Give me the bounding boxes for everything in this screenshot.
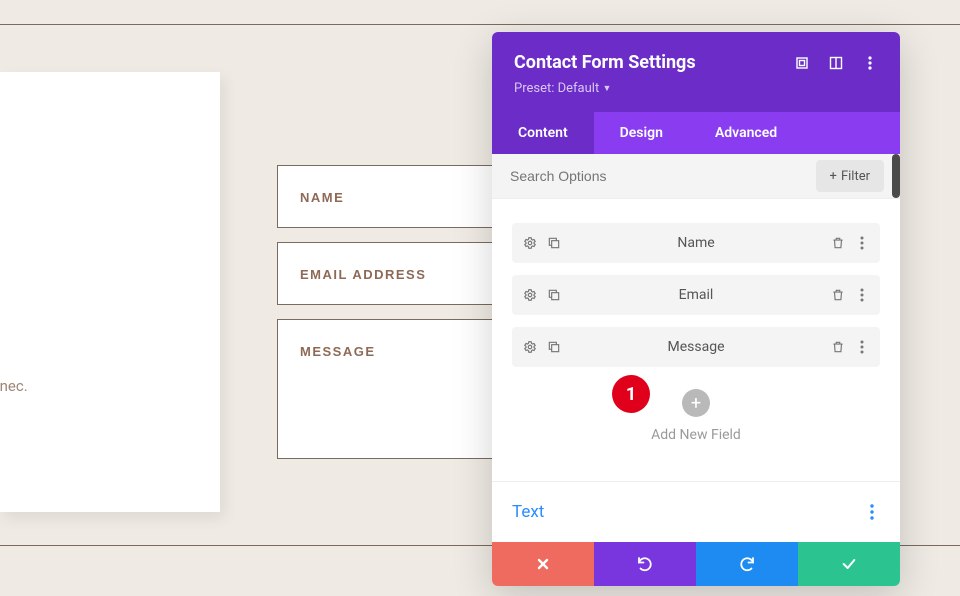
field-label: Message [562,339,830,355]
field-label: Name [562,235,830,251]
fields-list: Name Email Message [492,199,900,481]
gear-icon[interactable] [522,339,538,355]
field-row[interactable]: Name [512,223,880,263]
section-title: Text [512,502,864,522]
filter-button[interactable]: + Filter [816,160,884,192]
expand-icon[interactable] [794,55,810,71]
preset-label: Preset: Default [514,81,599,96]
save-button[interactable] [798,542,900,586]
field-row[interactable]: Message [512,327,880,367]
field-label: Email [562,287,830,303]
top-divider [0,24,960,25]
plus-icon: + [830,169,837,184]
add-field-label: Add New Field [512,427,880,443]
search-row: + Filter [492,154,900,199]
gear-icon[interactable] [522,235,538,251]
body-text: haretra habitasse nec. [0,373,220,400]
panel-header: Contact Form Settings Preset: Default ▼ … [492,32,900,154]
annotation-marker: 1 [612,375,650,413]
form-placeholder: MESSAGE [300,344,376,359]
search-input[interactable] [492,154,816,198]
section-text[interactable]: Text [492,481,900,542]
check-icon [841,556,857,572]
add-field-button[interactable]: + [682,389,710,417]
form-placeholder: EMAIL ADDRESS [300,267,426,282]
plus-icon: + [691,393,701,414]
trash-icon[interactable] [830,235,846,251]
tab-advanced[interactable]: Advanced [689,112,803,154]
panel-tabs: Content Design Advanced [492,112,900,154]
cancel-button[interactable] [492,542,594,586]
tab-content[interactable]: Content [492,112,594,154]
preset-dropdown[interactable]: Preset: Default ▼ [514,81,878,96]
more-icon[interactable] [862,55,878,71]
settings-panel: Contact Form Settings Preset: Default ▼ … [492,32,900,586]
panel-title: Contact Form Settings [514,52,794,73]
chevron-down-icon: ▼ [602,84,611,94]
more-icon[interactable] [854,287,870,303]
redo-icon [738,555,756,573]
duplicate-icon[interactable] [546,235,562,251]
trash-icon[interactable] [830,339,846,355]
duplicate-icon[interactable] [546,339,562,355]
intro-card: essage e! haretra habitasse nec. ultrici… [0,72,220,512]
more-icon[interactable] [854,339,870,355]
layout-icon[interactable] [828,55,844,71]
page-heading: essage e! [0,182,220,297]
gear-icon[interactable] [522,287,538,303]
more-icon[interactable] [864,504,880,520]
more-icon[interactable] [854,235,870,251]
trash-icon[interactable] [830,287,846,303]
add-field-region: 1 + Add New Field [512,379,880,469]
form-placeholder: NAME [300,190,344,205]
undo-icon [636,555,654,573]
redo-button[interactable] [696,542,798,586]
filter-label: Filter [841,169,870,184]
duplicate-icon[interactable] [546,287,562,303]
tab-design[interactable]: Design [594,112,689,154]
body-text: ultricies nunc leo. [0,406,220,433]
scrollbar[interactable] [892,154,900,198]
field-row[interactable]: Email [512,275,880,315]
close-icon [536,557,550,571]
action-bar [492,542,900,586]
undo-button[interactable] [594,542,696,586]
